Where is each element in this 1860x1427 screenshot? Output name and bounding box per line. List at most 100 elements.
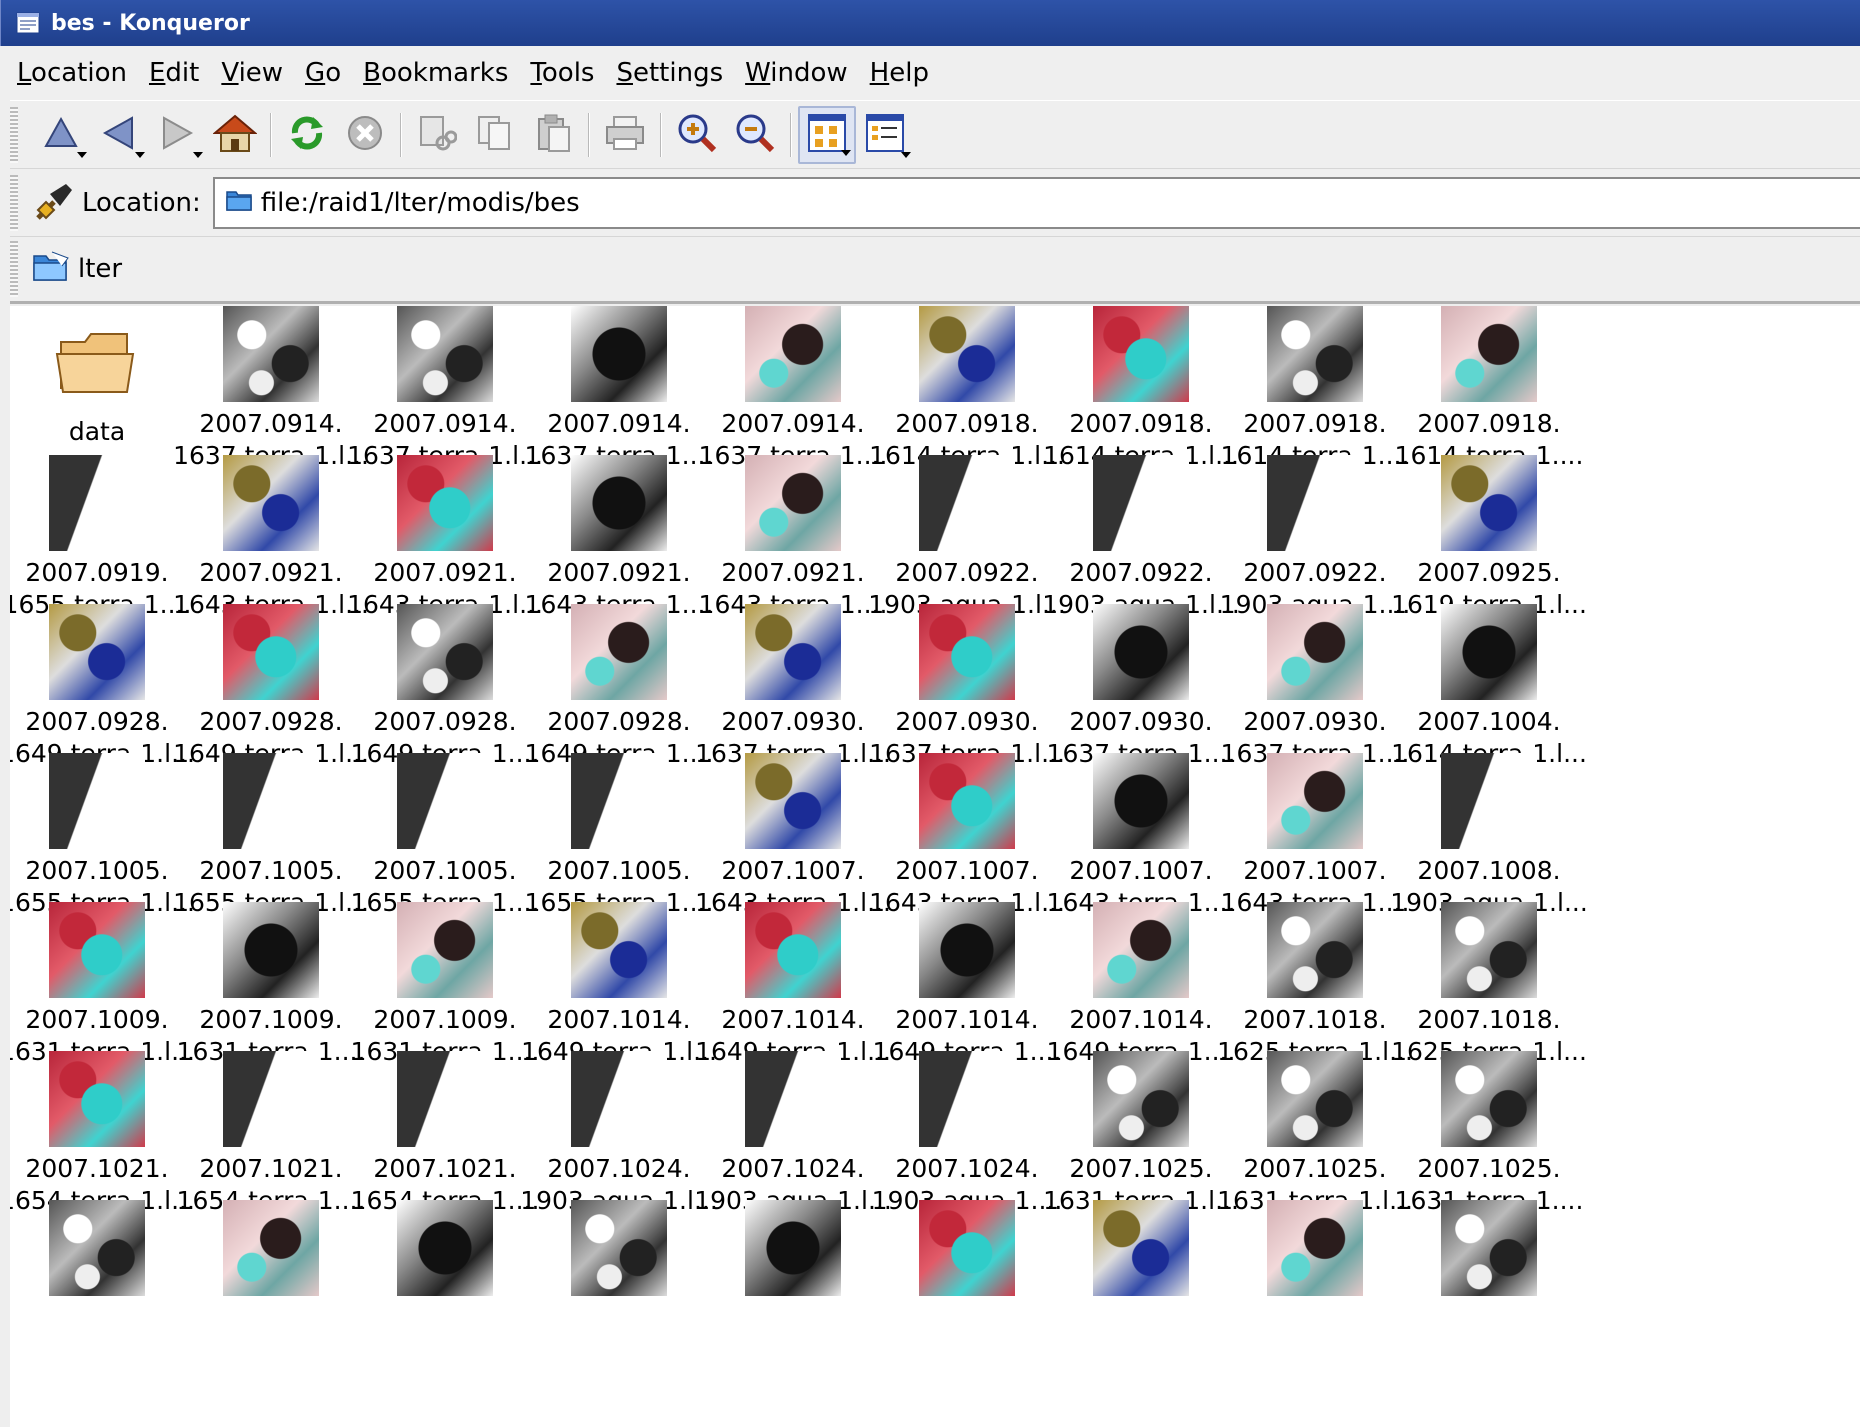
menu-settings[interactable]: Settings <box>605 58 734 88</box>
image-thumbnail <box>745 306 841 402</box>
bookmark-item[interactable]: lter <box>32 250 122 288</box>
image-thumbnail <box>571 753 667 849</box>
image-thumbnail <box>1267 753 1363 849</box>
folder-icon <box>225 186 253 219</box>
paste-button[interactable] <box>524 106 582 164</box>
menu-bar: Location Edit View Go Bookmarks Tools Settings… <box>0 46 1860 100</box>
clear-location-icon[interactable] <box>32 180 74 226</box>
file-icon-view[interactable]: data2007.0914.1637.terra-1.l...2007.0914… <box>10 306 1860 1427</box>
image-thumbnail <box>745 604 841 700</box>
menu-location[interactable]: Location <box>6 58 138 88</box>
forward-arrow-icon <box>158 114 196 156</box>
image-thumbnail <box>49 1051 145 1147</box>
back-button[interactable] <box>90 106 148 164</box>
menu-view[interactable]: View <box>210 58 294 88</box>
main-toolbar <box>10 100 1860 168</box>
forward-dropdown-arrow[interactable] <box>193 151 203 158</box>
zoom-in-icon <box>676 112 718 158</box>
up-arrow-icon <box>42 114 80 156</box>
toolbar-separator <box>270 112 272 157</box>
image-thumbnail <box>223 1051 319 1147</box>
image-thumbnail <box>571 455 667 551</box>
paste-icon <box>533 113 573 157</box>
view-mode-dropdown-arrow[interactable] <box>841 149 851 156</box>
image-thumbnail <box>49 455 145 551</box>
file-name-line1: 2007.0925. <box>1417 558 1561 587</box>
forward-button[interactable] <box>148 106 206 164</box>
home-button[interactable] <box>206 106 264 164</box>
file-name-line1: 2007.1025. <box>1417 1154 1561 1183</box>
copy-icon <box>475 113 515 157</box>
bookmark-folder-icon <box>32 250 70 288</box>
image-thumbnail <box>223 902 319 998</box>
folder-icon <box>49 314 145 410</box>
image-thumbnail <box>1441 306 1537 402</box>
print-button[interactable] <box>596 106 654 164</box>
file-item[interactable]: 2007.0925.1619.terra-1.l... <box>1386 455 1592 621</box>
image-thumbnail <box>1093 1200 1189 1296</box>
window-menu-icon[interactable] <box>15 10 41 36</box>
file-item[interactable]: 2007.1004.1614.terra-1.l... <box>1386 604 1592 770</box>
zoom-in-button[interactable] <box>668 106 726 164</box>
image-thumbnail <box>1093 306 1189 402</box>
file-name-line1: 2007.1008. <box>1417 856 1561 885</box>
up-button[interactable] <box>32 106 90 164</box>
stop-icon <box>346 114 384 156</box>
menu-bookmarks[interactable]: Bookmarks <box>352 58 519 88</box>
reload-button[interactable] <box>278 106 336 164</box>
image-thumbnail <box>1441 455 1537 551</box>
location-label: Location: <box>82 187 201 218</box>
image-thumbnail <box>919 902 1015 998</box>
cut-button[interactable] <box>408 106 466 164</box>
image-thumbnail <box>745 455 841 551</box>
up-dropdown-arrow[interactable] <box>77 151 87 158</box>
image-thumbnail <box>397 604 493 700</box>
menu-tools[interactable]: Tools <box>519 58 605 88</box>
image-thumbnail <box>397 455 493 551</box>
image-thumbnail <box>1093 455 1189 551</box>
list-view-button[interactable] <box>856 106 914 164</box>
image-thumbnail <box>397 1200 493 1296</box>
file-item[interactable]: 2007.1018.1625.terra-1.l... <box>1386 902 1592 1068</box>
image-thumbnail <box>1441 902 1537 998</box>
image-thumbnail <box>1267 1051 1363 1147</box>
image-thumbnail <box>1267 306 1363 402</box>
image-thumbnail <box>1093 1051 1189 1147</box>
image-thumbnail <box>745 753 841 849</box>
title-bar[interactable]: bes - Konqueror <box>0 0 1860 46</box>
copy-button[interactable] <box>466 106 524 164</box>
toolbar-separator <box>790 112 792 157</box>
location-input[interactable]: file:/raid1/lter/modis/bes <box>212 176 1860 229</box>
menu-go[interactable]: Go <box>294 58 352 88</box>
bookmark-toolbar: lter <box>10 236 1860 304</box>
zoom-out-button[interactable] <box>726 106 784 164</box>
image-thumbnail <box>223 604 319 700</box>
image-thumbnail <box>223 753 319 849</box>
menu-edit[interactable]: Edit <box>138 58 210 88</box>
image-thumbnail <box>919 1200 1015 1296</box>
menu-window[interactable]: Window <box>734 58 859 88</box>
back-dropdown-arrow[interactable] <box>135 151 145 158</box>
location-toolbar-grip[interactable] <box>10 174 18 231</box>
image-thumbnail <box>745 902 841 998</box>
icon-view-button[interactable] <box>798 105 856 164</box>
file-item[interactable]: 2007.1008.1903.aqua-1.l... <box>1386 753 1592 919</box>
image-thumbnail <box>571 306 667 402</box>
list-view-dropdown-arrow[interactable] <box>901 151 911 158</box>
image-thumbnail <box>397 902 493 998</box>
toolbar-separator <box>400 112 402 157</box>
image-thumbnail <box>1267 604 1363 700</box>
menu-help[interactable]: Help <box>859 58 940 88</box>
toolbar-separator <box>660 112 662 157</box>
file-name-line1: 2007.0918. <box>1417 409 1561 438</box>
file-item[interactable]: 2007.1025.1631.terra-1.... <box>1386 1051 1592 1217</box>
bookmark-toolbar-grip[interactable] <box>10 241 18 297</box>
image-thumbnail <box>397 753 493 849</box>
list-view-icon <box>865 113 905 157</box>
image-thumbnail <box>1441 753 1537 849</box>
file-item[interactable]: 2007.0918.1614.terra-1.... <box>1386 306 1592 472</box>
toolbar-grip[interactable] <box>10 106 18 163</box>
image-thumbnail <box>919 753 1015 849</box>
stop-button[interactable] <box>336 106 394 164</box>
file-item[interactable] <box>1386 1200 1592 1302</box>
